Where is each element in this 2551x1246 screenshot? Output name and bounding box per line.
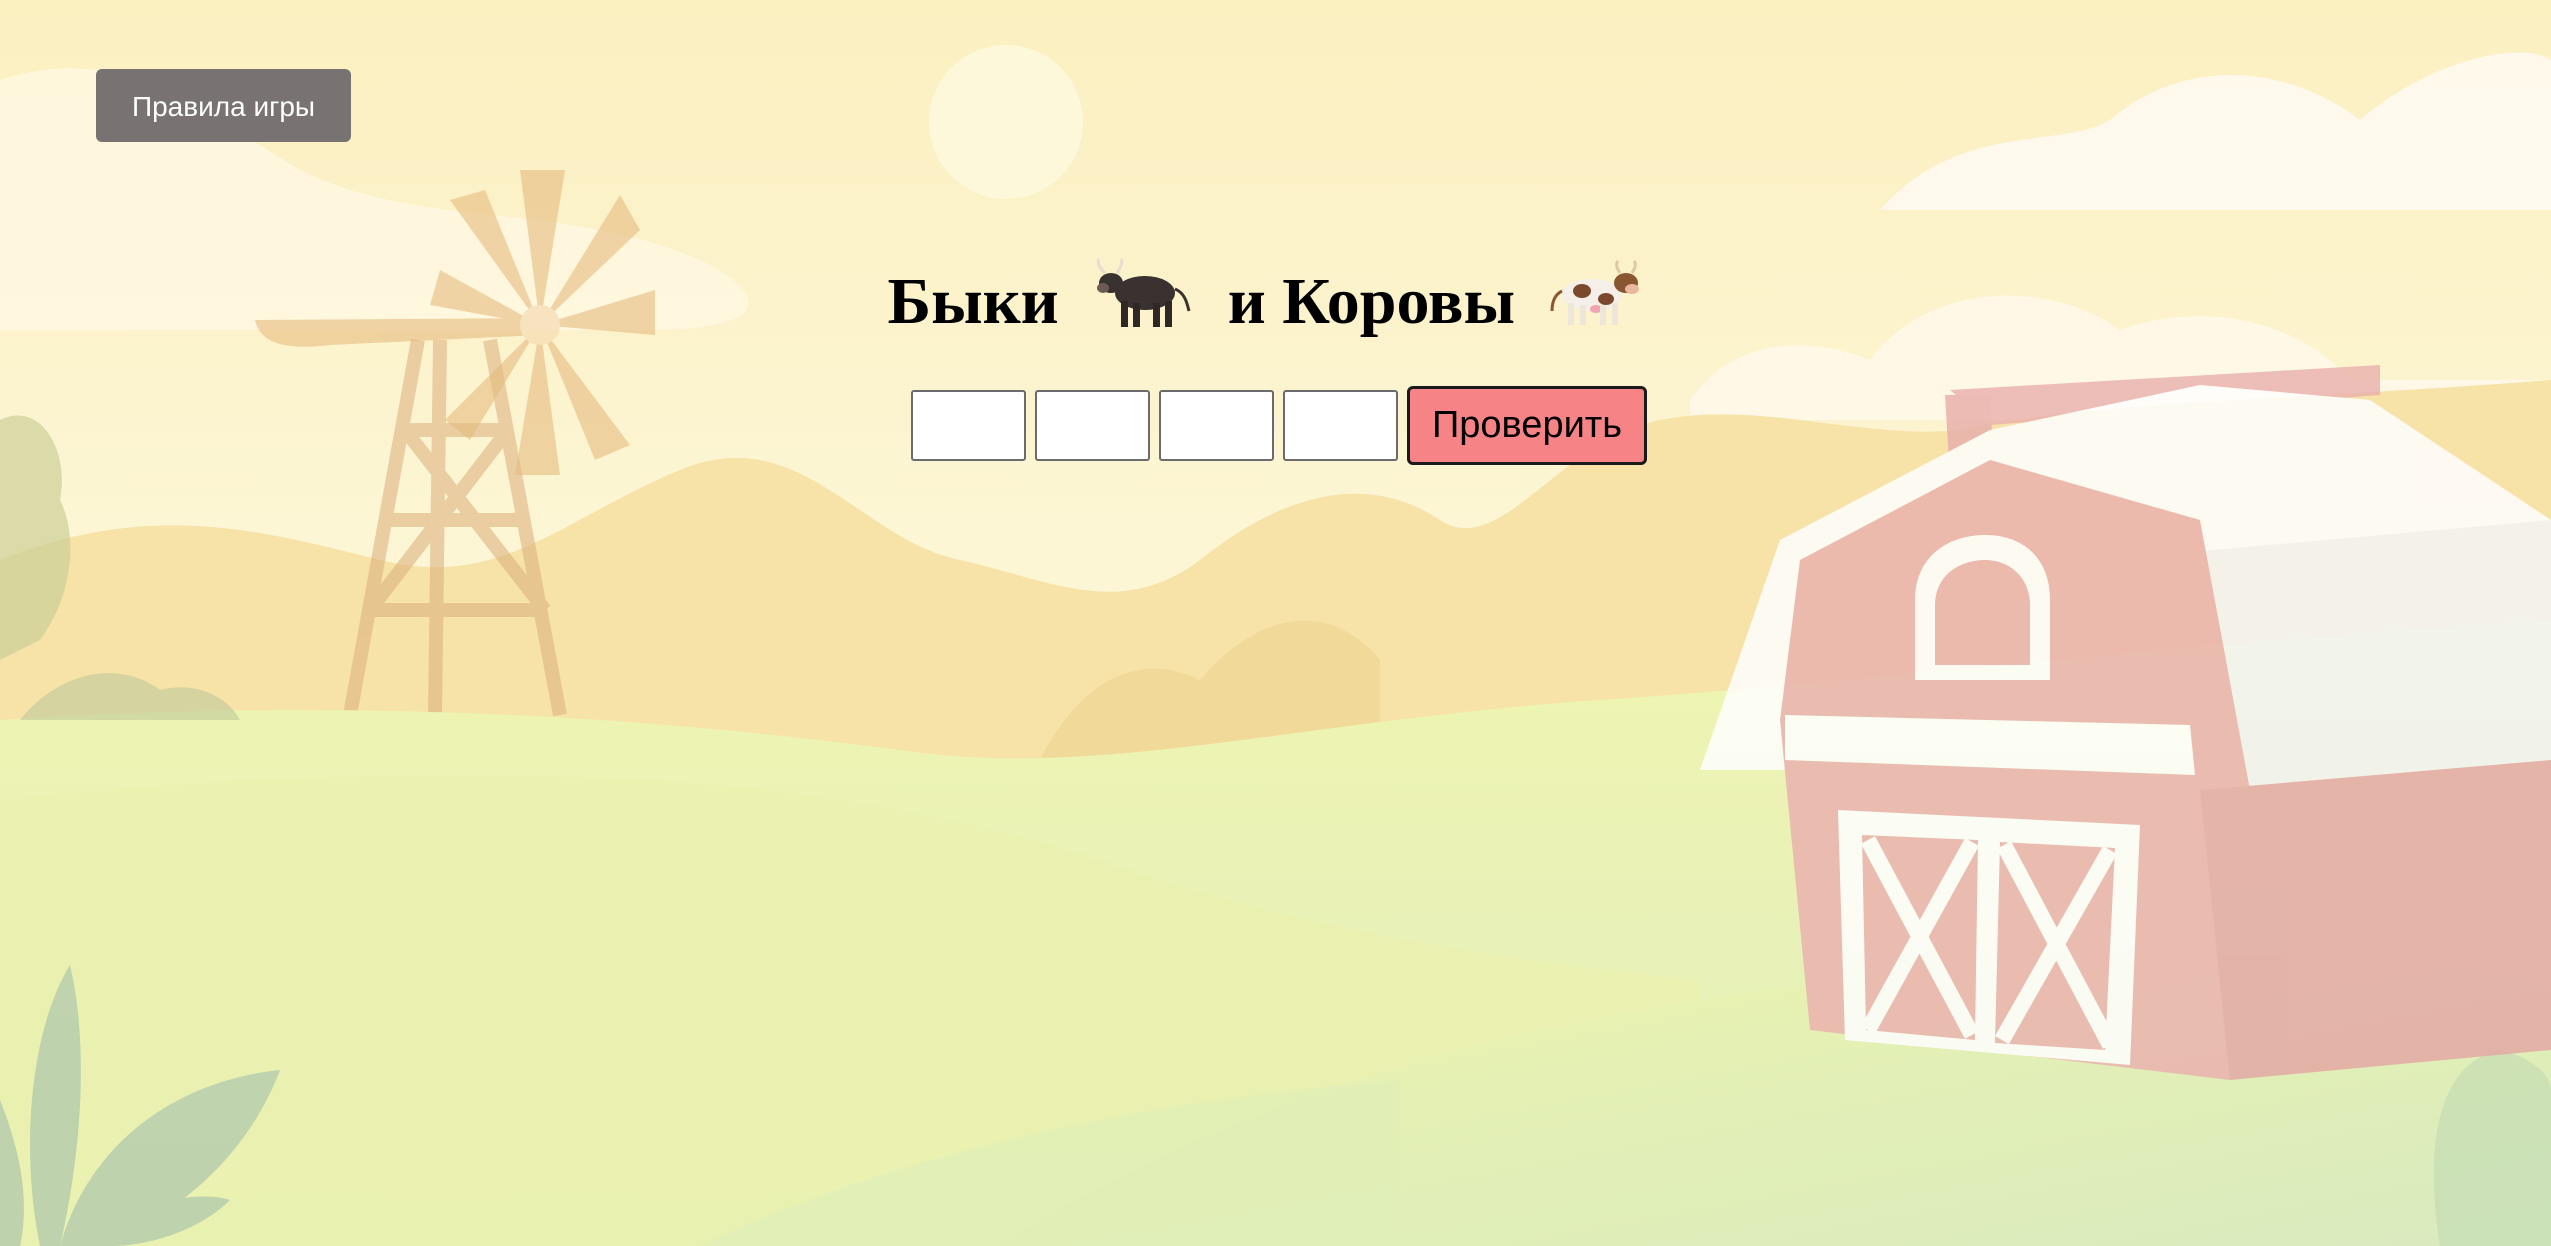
check-button[interactable]: Проверить xyxy=(1407,386,1647,465)
digit-input-3[interactable] xyxy=(1159,390,1274,461)
farm-background xyxy=(0,0,2551,1246)
bull-icon xyxy=(1093,253,1193,362)
cow-icon xyxy=(1550,257,1646,358)
digit-input-2[interactable] xyxy=(1035,390,1150,461)
game-page: Правила игры Быки и Коровы Проверить xyxy=(0,0,2551,1246)
game-rules-button[interactable]: Правила игры xyxy=(96,69,351,142)
title-word-and-cows: и Коровы xyxy=(1227,265,1516,338)
digit-input-1[interactable] xyxy=(911,390,1026,461)
title-word-bulls: Быки xyxy=(887,265,1059,338)
digit-input-4[interactable] xyxy=(1283,390,1398,461)
guess-row: Проверить xyxy=(911,386,1647,465)
game-title: Быки и Коровы xyxy=(0,252,2551,362)
